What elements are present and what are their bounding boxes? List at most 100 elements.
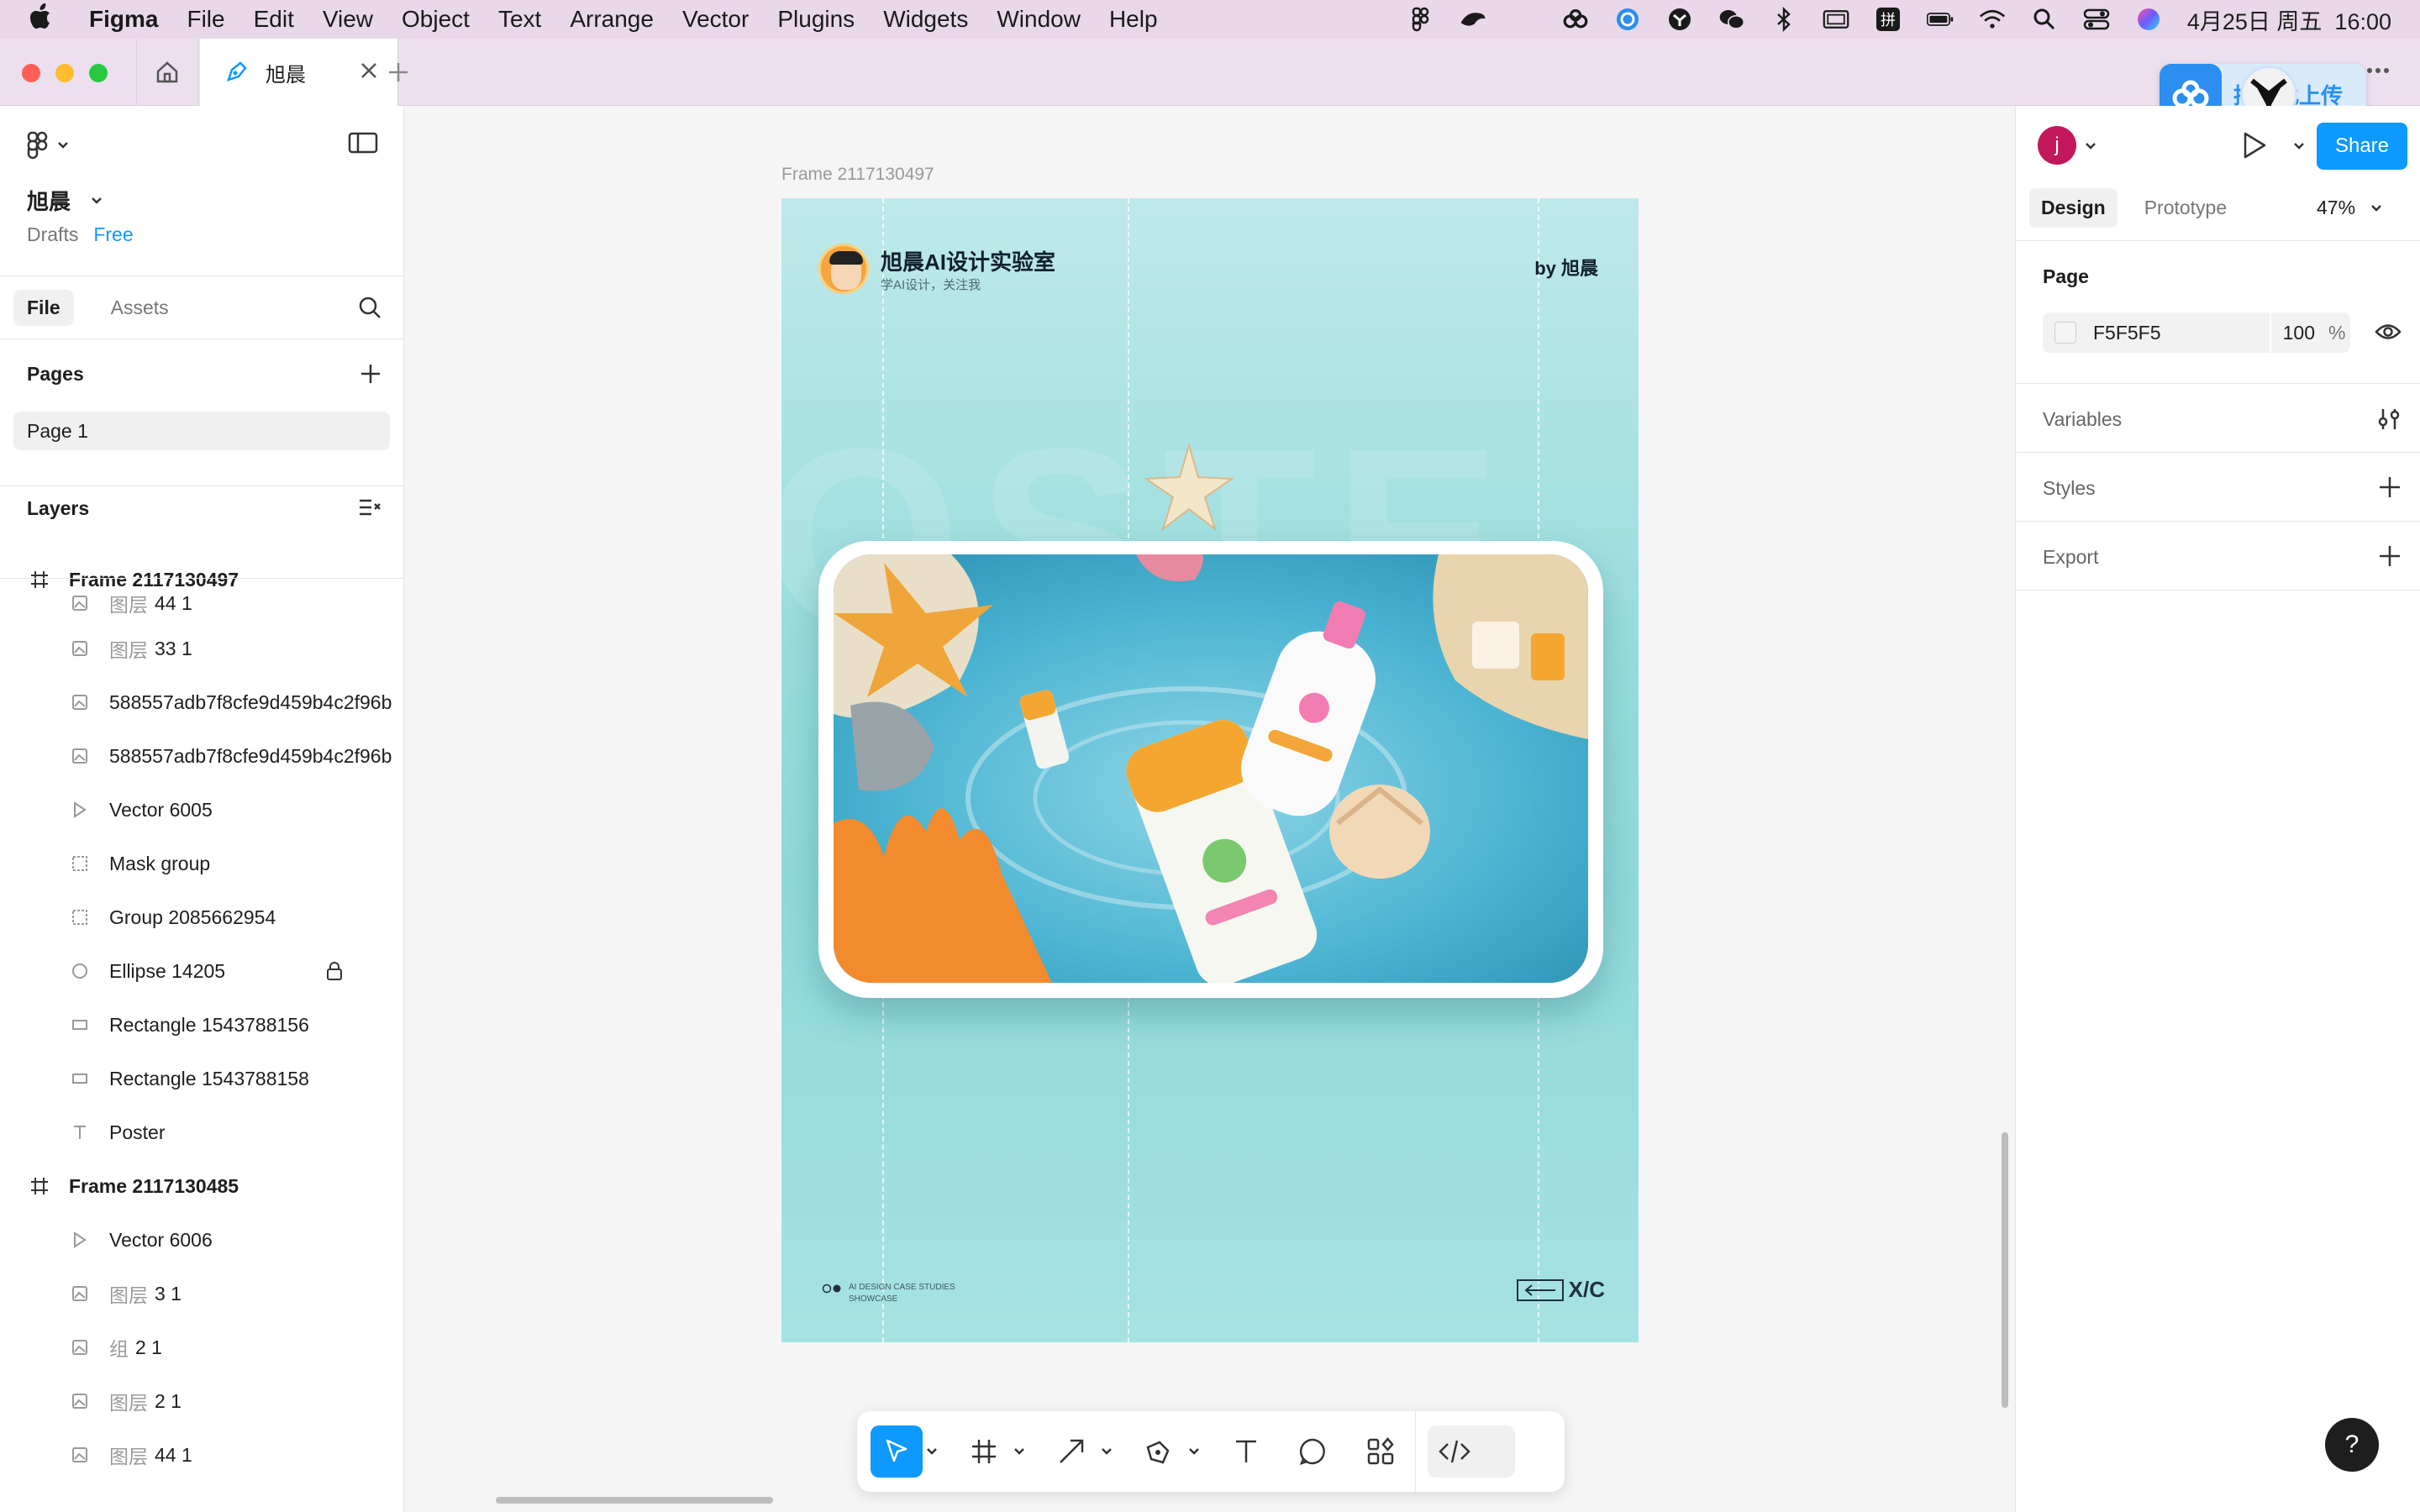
tab-prototype[interactable]: Prototype <box>2133 188 2238 228</box>
chevron-down-icon[interactable] <box>2293 139 2305 155</box>
wechat-tray-icon[interactable] <box>1718 6 1745 33</box>
main-menu-button[interactable] <box>27 131 69 160</box>
menu-help[interactable]: Help <box>1109 6 1158 33</box>
menu-app-figma[interactable]: Figma <box>89 6 158 33</box>
variables-settings-icon[interactable] <box>2376 407 2402 436</box>
close-tab-icon[interactable] <box>359 60 379 87</box>
search-icon[interactable] <box>357 295 382 325</box>
wifi-icon[interactable] <box>1979 6 2006 33</box>
layer-row-rectangle[interactable]: Rectangle 1543788158 <box>0 1052 403 1105</box>
tab-file-xuchen[interactable]: 旭晨 <box>200 39 398 106</box>
vertical-scrollbar[interactable] <box>2002 1132 2008 1408</box>
add-page-icon[interactable] <box>360 363 381 389</box>
menu-window[interactable]: Window <box>997 6 1081 33</box>
chevron-down-icon[interactable] <box>2085 139 2096 155</box>
menubar-datetime[interactable]: 4月25日 周五 16:00 <box>2187 3 2391 36</box>
actions-tool-button[interactable] <box>1355 1425 1407 1478</box>
layer-row-image[interactable]: 组 2 1 <box>0 1320 403 1374</box>
help-button[interactable]: ? <box>2325 1418 2379 1472</box>
plan-badge[interactable]: Free <box>93 223 133 245</box>
lock-icon[interactable] <box>326 961 343 986</box>
menu-object[interactable]: Object <box>402 6 470 33</box>
fill-opacity-input[interactable]: 100 <box>2270 312 2315 353</box>
more-icon[interactable] <box>2366 64 2390 79</box>
pinyin-input-icon[interactable]: 拼 <box>1875 6 1902 33</box>
tab-file[interactable]: File <box>13 289 74 326</box>
menu-plugins[interactable]: Plugins <box>777 6 855 33</box>
siri-icon[interactable] <box>2135 6 2162 33</box>
dolphin-tray-icon[interactable] <box>1460 6 1486 33</box>
window-close-button[interactable] <box>22 64 40 82</box>
layer-row-mask-group[interactable]: Mask group <box>0 837 403 890</box>
window-minimize-button[interactable] <box>55 64 74 82</box>
canvas[interactable]: Frame 2117130497 OSTE 旭晨AI设计实验室 学AI设计，关注… <box>405 106 2015 1512</box>
team-name[interactable]: 旭晨 <box>27 185 103 216</box>
sidebar-toggle-icon[interactable] <box>348 131 378 159</box>
layer-row-frame[interactable]: Frame 2117130485 <box>0 1159 403 1213</box>
add-export-icon[interactable] <box>2378 544 2402 572</box>
control-center-icon[interactable] <box>2083 6 2110 33</box>
menu-file[interactable]: File <box>187 6 224 33</box>
spotlight-search-icon[interactable] <box>2031 6 2058 33</box>
display-tray-icon[interactable] <box>1823 6 1849 33</box>
shape-tool-button[interactable] <box>1045 1425 1097 1478</box>
frame-tool-button[interactable] <box>958 1425 1010 1478</box>
menu-edit[interactable]: Edit <box>254 6 294 33</box>
chevron-down-icon[interactable] <box>1010 1447 1028 1456</box>
layer-row-group[interactable]: Group 2085662954 <box>0 890 403 944</box>
poster-frame[interactable]: OSTE 旭晨AI设计实验室 学AI设计，关注我 by 旭晨 AI DESIGN… <box>781 198 1639 1342</box>
fill-color-swatch[interactable] <box>2054 322 2076 344</box>
user-avatar[interactable]: j <box>2038 126 2076 165</box>
dev-mode-toggle[interactable] <box>1428 1425 1515 1478</box>
layer-row-image[interactable]: 图层 44 1 <box>0 586 403 620</box>
comment-tool-button[interactable] <box>1287 1425 1339 1478</box>
layer-row-vector[interactable]: Vector 6005 <box>0 783 403 837</box>
menu-widgets[interactable]: Widgets <box>883 6 968 33</box>
vpn-tray-icon[interactable] <box>1666 6 1693 33</box>
search-assistant-tray-icon[interactable] <box>1614 6 1641 33</box>
new-tab-icon[interactable] <box>383 57 413 87</box>
chevron-down-icon[interactable] <box>1185 1447 1203 1456</box>
move-tool-button[interactable] <box>871 1425 923 1478</box>
menu-arrange[interactable]: Arrange <box>570 6 654 33</box>
tab-assets[interactable]: Assets <box>97 290 182 326</box>
layer-list-options-icon[interactable] <box>358 497 381 523</box>
layer-row-image[interactable]: 图层 44 1 <box>0 1428 403 1482</box>
layer-row-image[interactable]: 588557adb7f8cfe9d459b4c2f96b <box>0 729 403 783</box>
zoom-control[interactable]: 47% <box>2317 197 2382 219</box>
layer-row-rectangle[interactable]: Rectangle 1543788156 <box>0 998 403 1052</box>
visibility-eye-icon[interactable] <box>2375 321 2402 347</box>
layer-row-image[interactable]: 图层 3 1 <box>0 1267 403 1320</box>
share-button[interactable]: Share <box>2317 123 2407 170</box>
layer-row-vector[interactable]: Vector 6006 <box>0 1213 403 1267</box>
battery-icon[interactable] <box>1926 6 1954 33</box>
frame-label[interactable]: Frame 2117130497 <box>781 165 934 185</box>
chevron-down-icon[interactable] <box>923 1447 941 1456</box>
layer-row-ellipse[interactable]: Ellipse 14205 <box>0 944 403 998</box>
menu-view[interactable]: View <box>323 6 373 33</box>
chevron-down-icon[interactable] <box>1097 1447 1116 1456</box>
layer-row-text[interactable]: Poster <box>0 1105 403 1159</box>
present-play-icon[interactable] <box>2241 131 2268 164</box>
poster-title: 旭晨AI设计实验室 <box>881 249 1056 275</box>
layer-row-image[interactable]: 图层 33 1 <box>0 622 403 675</box>
pen-tool-button[interactable] <box>1133 1425 1185 1478</box>
page-item-page-1[interactable]: Page 1 <box>13 412 390 450</box>
layer-row-image[interactable]: 图层 2 1 <box>0 1374 403 1428</box>
text-tool-button[interactable] <box>1220 1425 1272 1478</box>
add-style-icon[interactable] <box>2378 475 2402 503</box>
bluetooth-tray-icon[interactable] <box>1770 6 1797 33</box>
home-tab[interactable] <box>136 39 198 106</box>
layer-row-image[interactable]: 588557adb7f8cfe9d459b4c2f96b <box>0 675 403 729</box>
page-background-fill[interactable]: F5F5F5 100 % <box>2043 312 2350 353</box>
baidu-netdisk-tray-icon[interactable] <box>1562 6 1589 33</box>
figma-tray-icon[interactable] <box>1407 6 1434 33</box>
horizontal-scrollbar[interactable] <box>496 1497 773 1504</box>
menu-text[interactable]: Text <box>498 6 541 33</box>
fill-hex-input[interactable]: F5F5F5 <box>2093 322 2270 344</box>
menu-vector[interactable]: Vector <box>682 6 749 33</box>
apple-menu-icon[interactable] <box>30 3 60 36</box>
drafts-link[interactable]: Drafts <box>27 223 78 245</box>
tab-design[interactable]: Design <box>2029 188 2118 228</box>
window-zoom-button[interactable] <box>89 64 108 82</box>
